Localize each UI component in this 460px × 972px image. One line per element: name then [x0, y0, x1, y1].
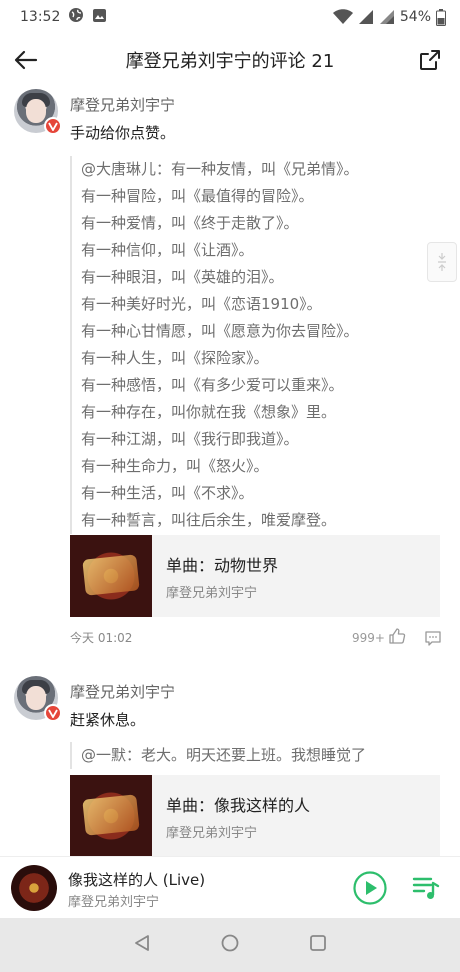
- album-cover: [70, 775, 152, 857]
- signal-icon: [358, 9, 374, 25]
- nav-back-icon[interactable]: [133, 934, 151, 956]
- comment-content: 手动给你点赞。: [70, 124, 176, 142]
- comment-username[interactable]: 摩登兄弟刘宇宁: [70, 681, 175, 702]
- like-button[interactable]: 999+: [352, 627, 406, 648]
- mini-player[interactable]: 像我这样的人 (Live) 摩登兄弟刘宇宁: [0, 856, 460, 918]
- share-icon[interactable]: [414, 44, 446, 76]
- comment-content: 赶紧休息。: [70, 711, 146, 729]
- quote-line: 有一种眼泪，叫《英雄的泪》。: [81, 268, 284, 286]
- scroll-handle[interactable]: [427, 242, 457, 282]
- status-time: 13:52: [20, 9, 61, 25]
- avatar[interactable]: [14, 676, 62, 722]
- globe-icon: [68, 7, 84, 27]
- quote-line: 有一种生活，叫《不求》。: [81, 484, 254, 502]
- nav-recents-icon[interactable]: [309, 934, 327, 956]
- song-card[interactable]: 单曲：动物世界 摩登兄弟刘宇宁: [70, 535, 440, 617]
- play-button-icon[interactable]: [353, 871, 387, 905]
- image-icon: [92, 8, 107, 27]
- quote-line: 有一种冒险，叫《最值得的冒险》。: [81, 187, 314, 205]
- quote-line: 有一种美好时光，叫《恋语1910》。: [81, 295, 322, 313]
- player-song-title: 像我这样的人 (Live): [68, 871, 206, 889]
- page-title: 摩登兄弟刘宇宁的评论 21: [125, 51, 335, 72]
- comment-time: 今天 01:02: [70, 631, 133, 645]
- quote-line: 有一种爱情，叫《终于走散了》。: [81, 214, 299, 232]
- quoted-comment[interactable]: @一默：老大。明天还要上班。我想睡觉了: [70, 742, 366, 769]
- battery-icon: [436, 8, 446, 26]
- verified-badge-icon: [44, 117, 62, 135]
- status-bar: 13:52 54%: [0, 0, 460, 34]
- system-nav-bar: [0, 918, 460, 972]
- quote-line: 有一种心甘情愿，叫《愿意为你去冒险》。: [81, 322, 359, 340]
- quote-line: 有一种存在，叫你就在我《想象》里。: [81, 403, 337, 421]
- quote-line: 有一种信仰，叫《让酒》。: [81, 241, 254, 259]
- comment-meta: 今天 01:02 999+: [70, 627, 442, 648]
- quote-line: 有一种人生，叫《探险家》。: [81, 349, 269, 367]
- header: 摩登兄弟刘宇宁的评论 21: [0, 34, 460, 86]
- quote-line: @一默：老大。明天还要上班。我想睡觉了: [81, 746, 367, 764]
- quote-line: 有一种誓言，叫往后余生，唯爱摩登。: [81, 511, 337, 529]
- verified-badge-icon: [44, 704, 62, 722]
- signal-icon-2: [379, 9, 395, 25]
- quote-line: 有一种江湖，叫《我行即我道》。: [81, 430, 299, 448]
- song-card[interactable]: 单曲：像我这样的人 摩登兄弟刘宇宁: [70, 775, 440, 857]
- quote-line: 有一种生命力，叫《怒火》。: [81, 457, 269, 475]
- nav-home-icon[interactable]: [221, 934, 239, 956]
- thumbs-up-icon: [388, 627, 406, 648]
- reply-icon[interactable]: [424, 629, 442, 647]
- song-name: 单曲：动物世界: [166, 555, 279, 575]
- quote-line: @大唐琳儿：有一种友情，叫《兄弟情》。: [81, 160, 359, 178]
- wifi-icon: [332, 9, 353, 25]
- player-artist: 摩登兄弟刘宇宁: [68, 895, 160, 910]
- song-artist: 摩登兄弟刘宇宁: [166, 585, 258, 601]
- song-name: 单曲：像我这样的人: [166, 795, 311, 815]
- quoted-comment[interactable]: @大唐琳儿：有一种友情，叫《兄弟情》。 有一种冒险，叫《最值得的冒险》。 有一种…: [70, 156, 359, 534]
- player-album-disc[interactable]: [11, 865, 57, 911]
- comment-username[interactable]: 摩登兄弟刘宇宁: [70, 94, 175, 115]
- battery-level: 54%: [399, 9, 431, 25]
- avatar[interactable]: [14, 89, 62, 135]
- quote-line: 有一种感悟，叫《有多少爱可以重来》。: [81, 376, 344, 394]
- back-arrow-icon[interactable]: [10, 44, 42, 76]
- playlist-icon[interactable]: [411, 873, 441, 903]
- song-artist: 摩登兄弟刘宇宁: [166, 825, 258, 841]
- album-cover: [70, 535, 152, 617]
- like-count: 999+: [352, 630, 385, 645]
